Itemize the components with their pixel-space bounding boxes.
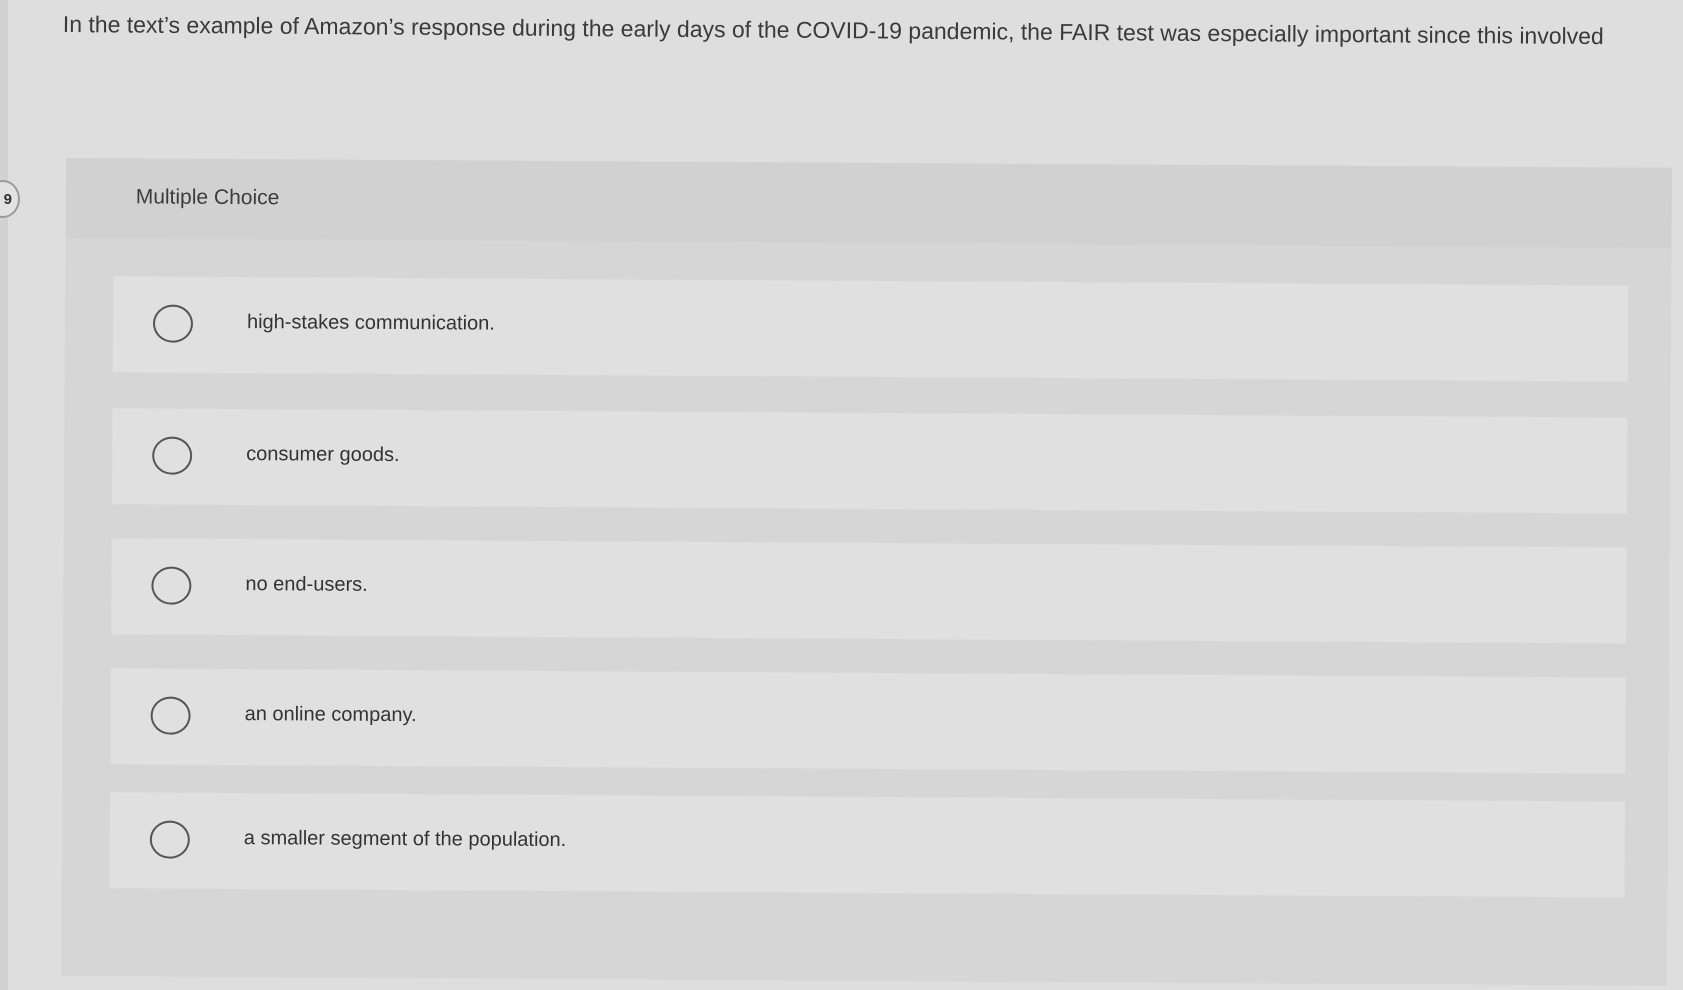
- left-edge-strip: [0, 0, 8, 990]
- answer-option[interactable]: high-stakes communication.: [112, 276, 1629, 382]
- radio-button[interactable]: [149, 820, 190, 859]
- option-label: no end-users.: [245, 573, 368, 596]
- answer-option[interactable]: consumer goods.: [111, 408, 1628, 514]
- radio-button[interactable]: [150, 696, 191, 735]
- question-number-badge[interactable]: 9: [0, 180, 20, 218]
- option-label: a smaller segment of the population.: [243, 827, 567, 852]
- option-label: high-stakes communication.: [246, 311, 495, 335]
- radio-button[interactable]: [151, 566, 192, 605]
- panel-header: Multiple Choice: [65, 158, 1672, 248]
- option-label: an online company.: [244, 703, 417, 727]
- option-label: consumer goods.: [246, 443, 400, 467]
- question-type-label: Multiple Choice: [135, 185, 280, 210]
- radio-button[interactable]: [152, 304, 194, 343]
- question-prompt: In the text’s example of Amazon’s respon…: [62, 10, 1604, 50]
- question-number: 9: [3, 190, 12, 208]
- answer-option[interactable]: a smaller segment of the population.: [109, 792, 1626, 898]
- answer-option[interactable]: an online company.: [110, 668, 1626, 774]
- radio-button[interactable]: [152, 436, 193, 475]
- answer-option[interactable]: no end-users.: [111, 538, 1627, 644]
- multiple-choice-panel: Multiple Choice high-stakes communicatio…: [61, 158, 1672, 986]
